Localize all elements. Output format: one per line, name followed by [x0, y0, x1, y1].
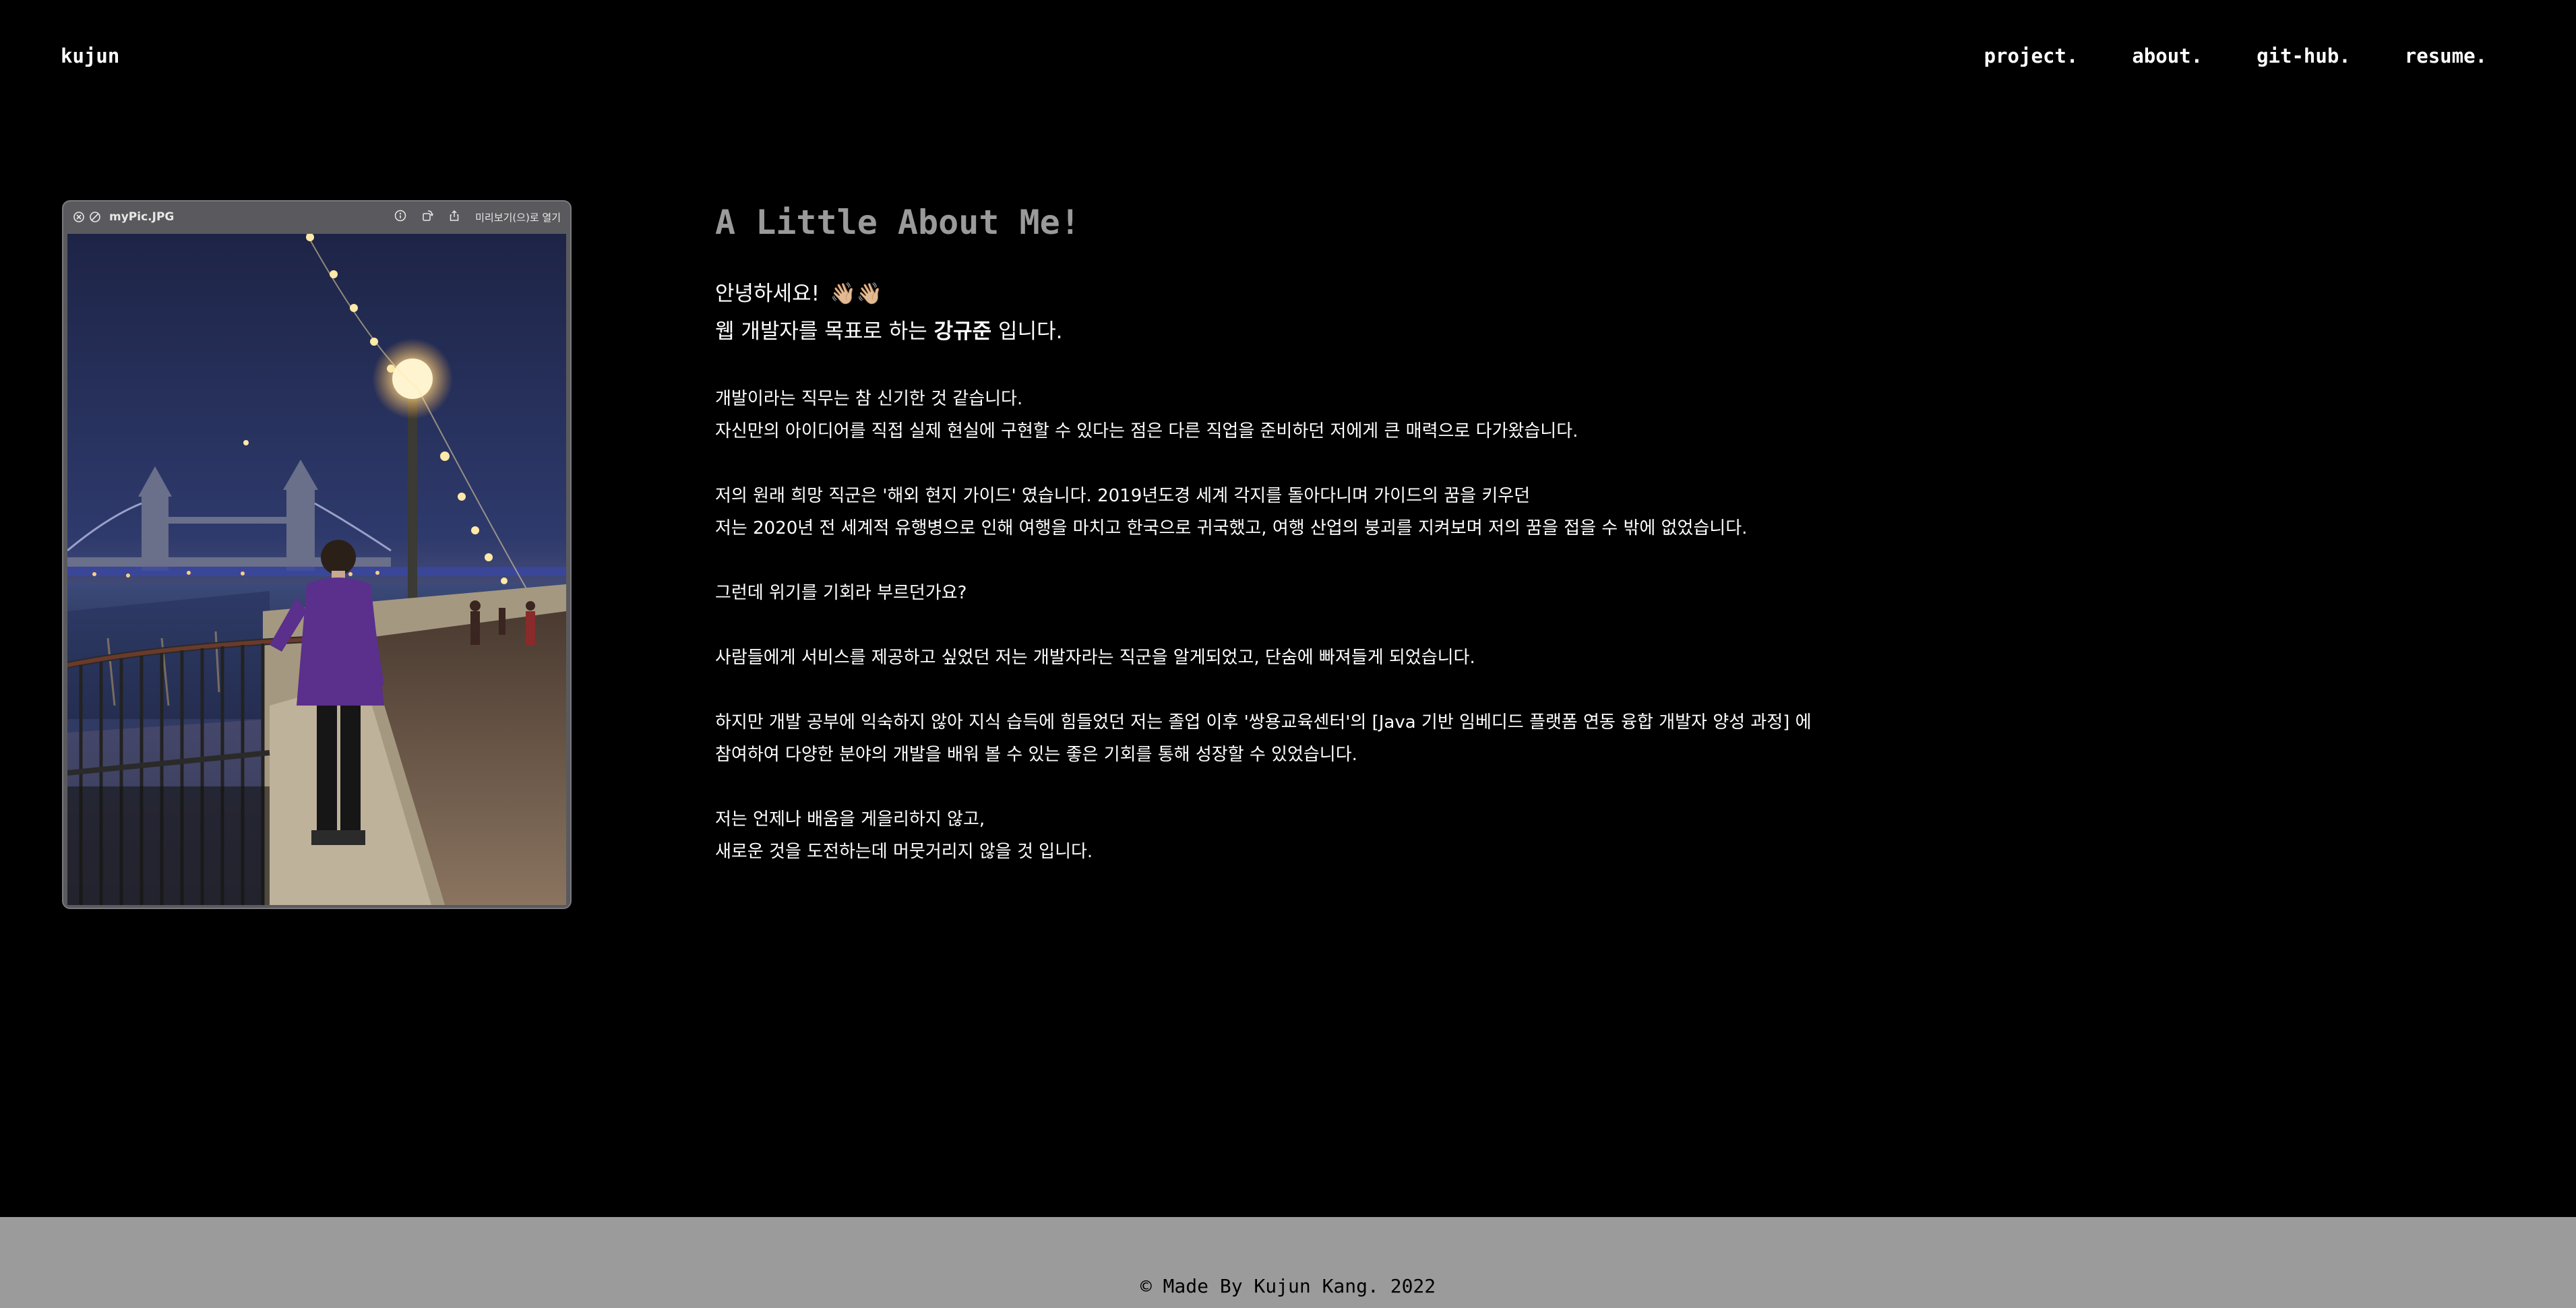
paragraph-1: 개발이라는 직무는 참 신기한 것 같습니다. 자신만의 아이디어를 직접 실제… [715, 383, 1928, 447]
paragraph-6: 저는 언제나 배움을 게을리하지 않고, 새로운 것을 도전하는데 머뭇거리지 … [715, 803, 1928, 868]
paragraph-line: 저의 원래 희망 직군은 '해외 현지 가이드' 였습니다. 2019년도경 세… [715, 486, 1531, 506]
paragraph-2: 저의 원래 희망 직군은 '해외 현지 가이드' 였습니다. 2019년도경 세… [715, 480, 1928, 544]
paragraph-4: 사람들에게 서비스를 제공하고 싶었던 저는 개발자라는 직군을 알게되었고, … [715, 642, 1928, 674]
paragraph-line: 그런데 위기를 기회라 부르던가요? [715, 583, 967, 603]
greeting-line-2: 웹 개발자를 목표로 하는 강규준 입니다. [715, 313, 1928, 350]
photo-preview-window: myPic.JPG 미리보기(으)로 열기 [62, 200, 572, 909]
tower-bridge-night-photo [67, 234, 566, 905]
share-icon[interactable] [448, 210, 460, 225]
paragraph-line: 저는 2020년 전 세계적 유행병으로 인해 여행을 마치고 한국으로 귀국했… [715, 518, 1748, 538]
profile-photo [67, 234, 566, 905]
open-in-preview-button[interactable]: 미리보기(으)로 열기 [475, 210, 561, 224]
nav-link-project[interactable]: project. [1984, 44, 2079, 67]
waving-hand-icon: 👋🏼👋🏼 [830, 282, 883, 306]
paragraph-3: 그런데 위기를 기회라 부르던가요? [715, 577, 1928, 609]
nav-link-about[interactable]: about. [2132, 44, 2203, 67]
paragraph-line: 저는 언제나 배움을 게을리하지 않고, [715, 809, 985, 830]
nav-link-github[interactable]: git-hub. [2257, 44, 2351, 67]
paragraph-5: 하지만 개발 공부에 익숙하지 않아 지식 습득에 힘들었던 저는 졸업 이후 … [715, 706, 1928, 771]
close-icon[interactable] [73, 211, 85, 223]
footer-copyright: © Made By Kujun Kang. 2022 [1140, 1275, 1436, 1297]
paragraph-line: 참여하여 다양한 분야의 개발을 배워 볼 수 있는 좋은 기회를 통해 성장할… [715, 745, 1357, 765]
preview-filename: myPic.JPG [109, 210, 175, 224]
logo-link[interactable]: kujun [61, 44, 119, 67]
top-nav: project. about. git-hub. resume. [1984, 44, 2487, 67]
preview-actions: 미리보기(으)로 열기 [394, 210, 561, 225]
greeting-name: 강규준 [933, 319, 992, 344]
greeting: 안녕하세요! 👋🏼👋🏼 웹 개발자를 목표로 하는 강규준 입니다. [715, 275, 1928, 350]
paragraph-line: 새로운 것을 도전하는데 머뭇거리지 않을 것 입니다. [715, 842, 1093, 862]
block-icon[interactable] [89, 211, 101, 223]
info-icon[interactable] [394, 210, 406, 225]
paragraph-line: 자신만의 아이디어를 직접 실제 현실에 구현할 수 있다는 점은 다른 직업을… [715, 421, 1578, 441]
about-title: A Little About Me! [715, 203, 1080, 242]
greeting-suffix: 입니다. [998, 319, 1063, 344]
greeting-hello: 안녕하세요! [715, 282, 820, 306]
about-section: A Little About Me! 안녕하세요! 👋🏼👋🏼 웹 개발자를 목표… [715, 202, 1928, 868]
greeting-intro: 웹 개발자를 목표로 하는 [715, 319, 927, 344]
greeting-line-1: 안녕하세요! 👋🏼👋🏼 [715, 275, 1928, 313]
paragraph-line: 개발이라는 직무는 참 신기한 것 같습니다. [715, 389, 1023, 409]
nav-link-resume[interactable]: resume. [2405, 44, 2487, 67]
paragraph-line: 하지만 개발 공부에 익숙하지 않아 지식 습득에 힘들었던 저는 졸업 이후 … [715, 712, 1812, 733]
footer: © Made By Kujun Kang. 2022 [0, 1217, 2576, 1308]
preview-titlebar: myPic.JPG 미리보기(으)로 열기 [63, 201, 570, 232]
paragraph-line: 사람들에게 서비스를 제공하고 싶었던 저는 개발자라는 직군을 알게되었고, … [715, 648, 1475, 668]
rotate-icon[interactable] [421, 210, 434, 225]
